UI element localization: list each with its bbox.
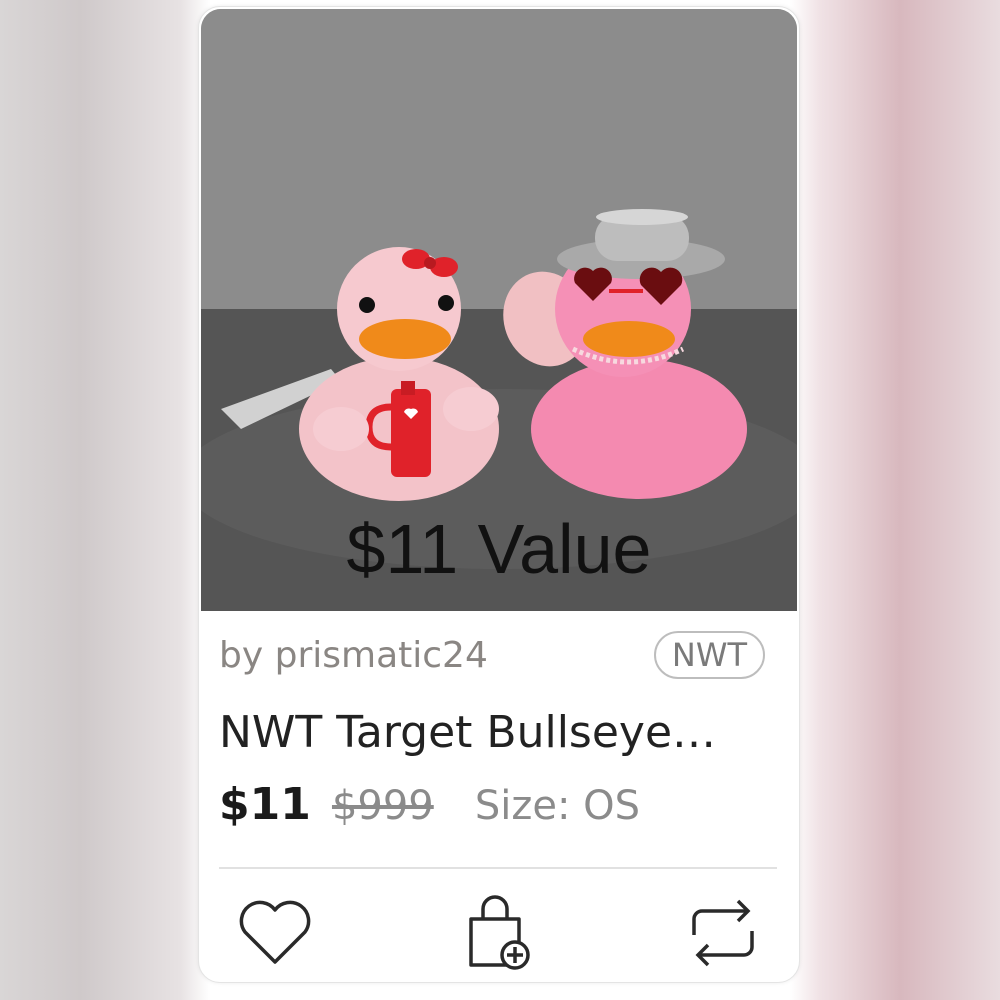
original-price: $999: [331, 783, 434, 829]
action-bar: [199, 887, 799, 977]
shopping-bag-plus-icon: [469, 895, 530, 970]
share-button[interactable]: [683, 893, 763, 973]
photo-overlay-text: $11 Value: [346, 510, 652, 588]
listing-photo[interactable]: $11 Value: [201, 9, 797, 611]
divider: [219, 867, 777, 869]
seller-link[interactable]: by prismatic24: [219, 635, 488, 676]
heart-icon: [239, 900, 311, 964]
like-button[interactable]: [235, 893, 315, 973]
add-to-bundle-button[interactable]: [459, 893, 539, 973]
size-label: Size: OS: [474, 783, 641, 829]
current-price: $11: [219, 779, 311, 830]
listing-title[interactable]: NWT Target Bullseye…: [219, 707, 789, 758]
condition-badge: NWT: [653, 631, 765, 679]
price-row: $11 $999 Size: OS: [219, 779, 789, 839]
seller-row: by prismatic24 NWT: [219, 625, 779, 685]
share-arrows-icon: [692, 899, 754, 967]
listing-card[interactable]: $11 Value by prismatic24 NWT NWT Target …: [198, 6, 800, 983]
